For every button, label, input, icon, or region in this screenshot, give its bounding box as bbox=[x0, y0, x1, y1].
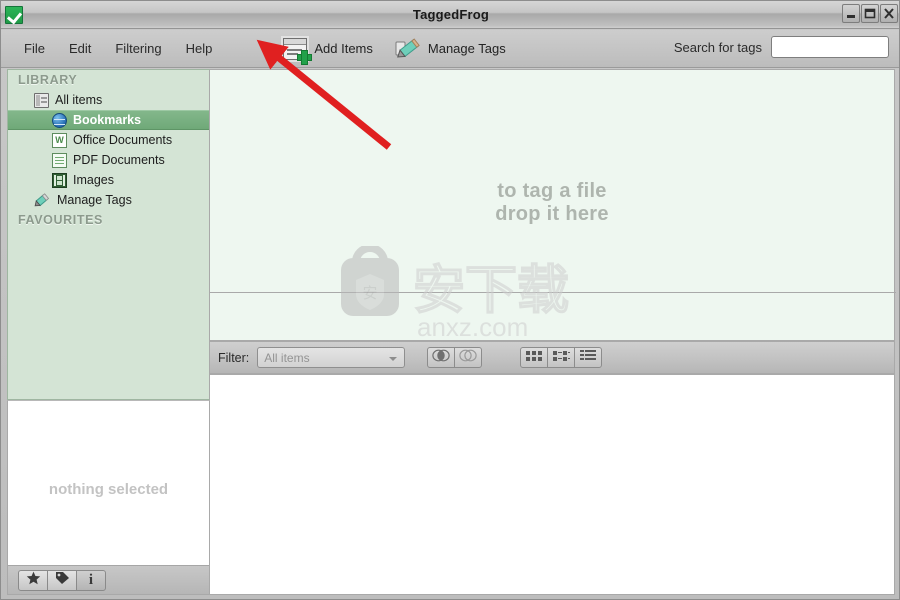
match-any-icon bbox=[431, 349, 451, 367]
match-all-button[interactable] bbox=[454, 347, 483, 368]
drop-zone-text: to tag a file drop it here bbox=[210, 180, 894, 226]
sidebar-item-label: Office Documents bbox=[73, 133, 173, 147]
sidebar-item-all-items[interactable]: All items bbox=[8, 90, 209, 110]
pdf-document-icon bbox=[52, 152, 67, 168]
detail-panel-tabs: i bbox=[8, 565, 209, 594]
content-list[interactable] bbox=[210, 374, 895, 595]
view-mode-group bbox=[520, 347, 603, 368]
tag-icon bbox=[54, 571, 70, 590]
close-button[interactable] bbox=[880, 4, 898, 23]
sidebar-item-label: Images bbox=[73, 173, 114, 187]
title-bar: TaggedFrog bbox=[1, 1, 899, 29]
sidebar-item-manage-tags[interactable]: Manage Tags bbox=[8, 190, 209, 210]
star-tab-button[interactable] bbox=[18, 569, 48, 591]
add-items-label: Add Items bbox=[314, 41, 373, 56]
app-window: TaggedFrog File Edit Filtering Help Add … bbox=[0, 0, 900, 600]
sidebar-item-pdf-documents[interactable]: PDF Documents bbox=[8, 150, 209, 170]
filter-select[interactable]: All items bbox=[257, 347, 406, 368]
drop-zone-lower bbox=[210, 293, 895, 341]
star-icon bbox=[26, 571, 41, 590]
info-tab-button[interactable]: i bbox=[76, 569, 106, 591]
tile-view-button[interactable] bbox=[547, 347, 576, 368]
window-controls bbox=[842, 4, 898, 23]
filter-label: Filter: bbox=[218, 350, 250, 365]
match-all-icon bbox=[458, 349, 478, 367]
list-view-icon bbox=[580, 349, 597, 367]
tag-tab-button[interactable] bbox=[47, 569, 77, 591]
search-area: Search for tags bbox=[674, 36, 889, 58]
globe-icon bbox=[52, 112, 67, 128]
match-any-button[interactable] bbox=[427, 347, 456, 368]
film-strip-icon bbox=[52, 172, 67, 188]
sidebar-item-label: Manage Tags bbox=[57, 193, 132, 207]
grid-view-icon bbox=[526, 349, 543, 367]
green-check-icon bbox=[5, 5, 23, 24]
menu-item-filtering[interactable]: Filtering bbox=[106, 38, 170, 59]
sidebar-header-favourites: FAVOURITES bbox=[18, 213, 103, 227]
nothing-selected-label: nothing selected bbox=[48, 481, 169, 498]
match-mode-group bbox=[427, 347, 483, 368]
chevron-down-icon bbox=[389, 357, 398, 361]
sidebar-item-images[interactable]: Images bbox=[8, 170, 209, 190]
tile-view-icon bbox=[552, 349, 570, 367]
sidebar-item-bookmarks[interactable]: Bookmarks bbox=[8, 110, 209, 130]
filter-select-value: All items bbox=[264, 350, 310, 365]
window-title: TaggedFrog bbox=[412, 7, 490, 22]
body-area: LIBRARY All items Bookmarks Office Docum… bbox=[7, 69, 896, 595]
toolbar: File Edit Filtering Help Add Items Manag… bbox=[1, 30, 899, 68]
menu-item-edit[interactable]: Edit bbox=[60, 38, 100, 59]
drop-zone-line1: to tag a file bbox=[497, 180, 607, 202]
search-label: Search for tags bbox=[673, 39, 762, 55]
pencil-icon bbox=[395, 37, 421, 60]
detail-panel: nothing selected i bbox=[7, 400, 210, 595]
minimize-button[interactable] bbox=[842, 4, 860, 23]
maximize-button[interactable] bbox=[861, 4, 879, 23]
sidebar-item-label: Bookmarks bbox=[73, 113, 142, 127]
search-input[interactable] bbox=[771, 36, 889, 58]
add-items-icon bbox=[283, 37, 313, 65]
sidebar-item-office-documents[interactable]: Office Documents bbox=[8, 130, 209, 150]
menu-item-file[interactable]: File bbox=[15, 38, 54, 59]
all-items-icon bbox=[34, 92, 49, 108]
list-view-button[interactable] bbox=[574, 347, 603, 368]
add-items-button[interactable]: Add Items bbox=[283, 37, 373, 65]
word-document-icon bbox=[52, 132, 67, 148]
filter-bar: Filter: All items bbox=[210, 341, 895, 374]
manage-tags-label: Manage Tags bbox=[427, 41, 506, 56]
info-icon: i bbox=[88, 572, 94, 588]
menu-item-help[interactable]: Help bbox=[177, 38, 222, 59]
sidebar-item-label: PDF Documents bbox=[73, 153, 165, 167]
sidebar-item-label: All items bbox=[55, 93, 103, 107]
grid-view-button[interactable] bbox=[520, 347, 549, 368]
sidebar: LIBRARY All items Bookmarks Office Docum… bbox=[7, 69, 210, 400]
drop-zone-line2: drop it here bbox=[495, 203, 609, 225]
pencil-icon bbox=[34, 192, 51, 208]
manage-tags-button[interactable]: Manage Tags bbox=[395, 37, 506, 60]
sidebar-header-library: LIBRARY bbox=[18, 73, 78, 87]
